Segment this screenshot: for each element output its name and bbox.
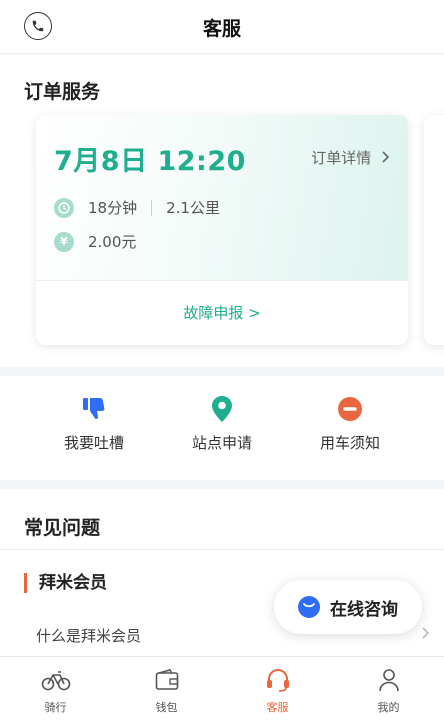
order-detail-label: 订单详情 (311, 149, 372, 167)
person-icon (333, 665, 444, 695)
location-pin-icon (162, 394, 282, 424)
faq-category[interactable]: 拜米会员 (24, 573, 107, 593)
ride-price-row: ¥ 2.00元 (54, 231, 136, 252)
bottom-tab-bar: 骑行 钱包 客服 我的 (0, 656, 444, 720)
tab-label: 客服 (266, 701, 289, 714)
yen-icon: ¥ (54, 231, 74, 252)
quick-actions: 我要吐槽 站点申请 用车须知 (0, 376, 444, 480)
order-detail-link[interactable]: 订单详情 (311, 147, 390, 168)
wallet-icon (111, 665, 222, 695)
online-consult-label: 在线咨询 (330, 599, 398, 620)
action-label: 站点申请 (191, 434, 252, 452)
section-title: 常见问题 (24, 517, 101, 539)
faq-section: 常见问题 拜米会员 什么是拜米会员 (0, 489, 444, 669)
faq-question[interactable]: 什么是拜米会员 (36, 625, 141, 646)
chevron-right-icon (377, 149, 390, 167)
order-card-summary: 7月8日 12:20 订单详情 18分钟 2.1公里 ¥ 2.00元 (36, 115, 408, 280)
bicycle-icon (0, 665, 111, 695)
chevron-right-icon (422, 625, 430, 643)
tab-label: 钱包 (155, 701, 178, 714)
headset-icon (222, 665, 333, 695)
online-consult-button[interactable]: 在线咨询 (274, 580, 422, 634)
tab-ride[interactable]: 骑行 (0, 665, 111, 715)
fault-report-link[interactable]: 故障申报 > (36, 280, 408, 345)
divider (0, 549, 444, 550)
tab-wallet[interactable]: 钱包 (111, 665, 222, 715)
tab-me[interactable]: 我的 (333, 665, 444, 715)
ride-duration: 18分钟 (88, 199, 138, 217)
tab-customer-service[interactable]: 客服 (222, 665, 333, 715)
tab-label: 骑行 (44, 701, 67, 714)
order-service-section: 订单服务 7月8日 12:20 订单详情 18分钟 2.1公里 ¥ 2.00元 (0, 55, 444, 367)
page-title: 客服 (202, 18, 241, 40)
feedback-button[interactable]: 我要吐槽 (34, 394, 154, 453)
next-order-card[interactable] (424, 115, 444, 345)
divider (151, 199, 153, 216)
ride-stats-row: 18分钟 2.1公里 (54, 197, 220, 218)
thumbs-down-icon (34, 394, 154, 424)
chat-bubble-icon (298, 596, 320, 618)
order-card[interactable]: 7月8日 12:20 订单详情 18分钟 2.1公里 ¥ 2.00元 故障申报 … (36, 115, 408, 345)
top-bar: 客服 (0, 0, 444, 54)
section-title: 订单服务 (24, 81, 101, 103)
order-datetime: 7月8日 12:20 (54, 146, 246, 177)
ride-price: 2.00元 (88, 233, 137, 251)
minus-circle-icon (290, 394, 410, 424)
clock-icon (54, 197, 74, 218)
ride-distance: 2.1公里 (166, 199, 220, 217)
action-label: 我要吐槽 (63, 434, 124, 452)
riding-notice-button[interactable]: 用车须知 (290, 394, 410, 453)
station-request-button[interactable]: 站点申请 (162, 394, 282, 453)
action-label: 用车须知 (319, 434, 380, 452)
tab-label: 我的 (377, 701, 400, 714)
